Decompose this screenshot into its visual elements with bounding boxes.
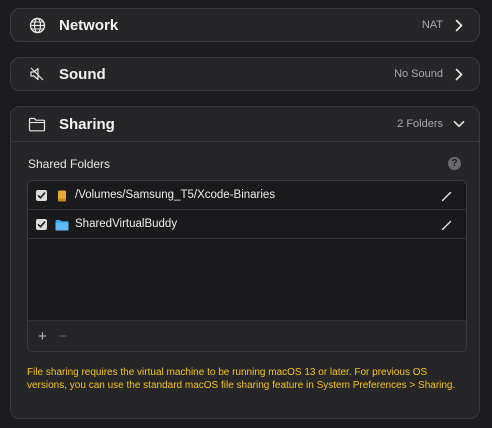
folder-path: /Volumes/Samsung_T5/Xcode-Binaries [75, 189, 276, 201]
network-section[interactable]: Network NAT [10, 8, 480, 42]
list-item[interactable]: SharedVirtualBuddy [28, 210, 466, 239]
sound-value: No Sound [394, 68, 443, 80]
help-button[interactable]: ? [448, 157, 461, 170]
edit-pencil-icon[interactable] [441, 189, 452, 202]
sharing-header[interactable]: Sharing 2 Folders [11, 107, 479, 142]
network-header[interactable]: Network NAT [11, 9, 479, 41]
sound-section[interactable]: Sound No Sound [10, 57, 480, 91]
sharing-value: 2 Folders [397, 118, 443, 130]
folder-path: SharedVirtualBuddy [75, 218, 178, 230]
sound-header[interactable]: Sound No Sound [11, 58, 479, 90]
folder-icon [27, 114, 47, 134]
sharing-section: Sharing 2 Folders Shared Folders ? /Volu… [10, 106, 480, 419]
checkbox[interactable] [36, 189, 47, 201]
shared-folders-list: /Volumes/Samsung_T5/Xcode-Binaries Share… [27, 180, 467, 352]
sharing-title: Sharing [59, 115, 115, 133]
sharing-requirement-note: File sharing requires the virtual machin… [27, 367, 456, 391]
network-title: Network [59, 16, 119, 34]
network-value: NAT [421, 19, 443, 31]
folder-blue-icon [55, 218, 69, 231]
globe-icon [27, 15, 47, 35]
checkbox[interactable] [36, 218, 47, 230]
external-drive-icon [55, 189, 69, 202]
add-folder-button[interactable]: + [38, 329, 47, 344]
remove-folder-button[interactable]: − [59, 329, 68, 344]
chevron-right-icon[interactable] [453, 18, 465, 32]
chevron-down-icon[interactable] [453, 117, 465, 131]
sound-title: Sound [59, 65, 106, 83]
edit-pencil-icon[interactable] [441, 218, 452, 231]
speaker-muted-icon [27, 64, 47, 84]
list-item[interactable]: /Volumes/Samsung_T5/Xcode-Binaries [28, 181, 466, 210]
chevron-right-icon[interactable] [453, 67, 465, 81]
list-footer: + − [28, 320, 466, 351]
shared-folders-label: Shared Folders [28, 157, 111, 171]
